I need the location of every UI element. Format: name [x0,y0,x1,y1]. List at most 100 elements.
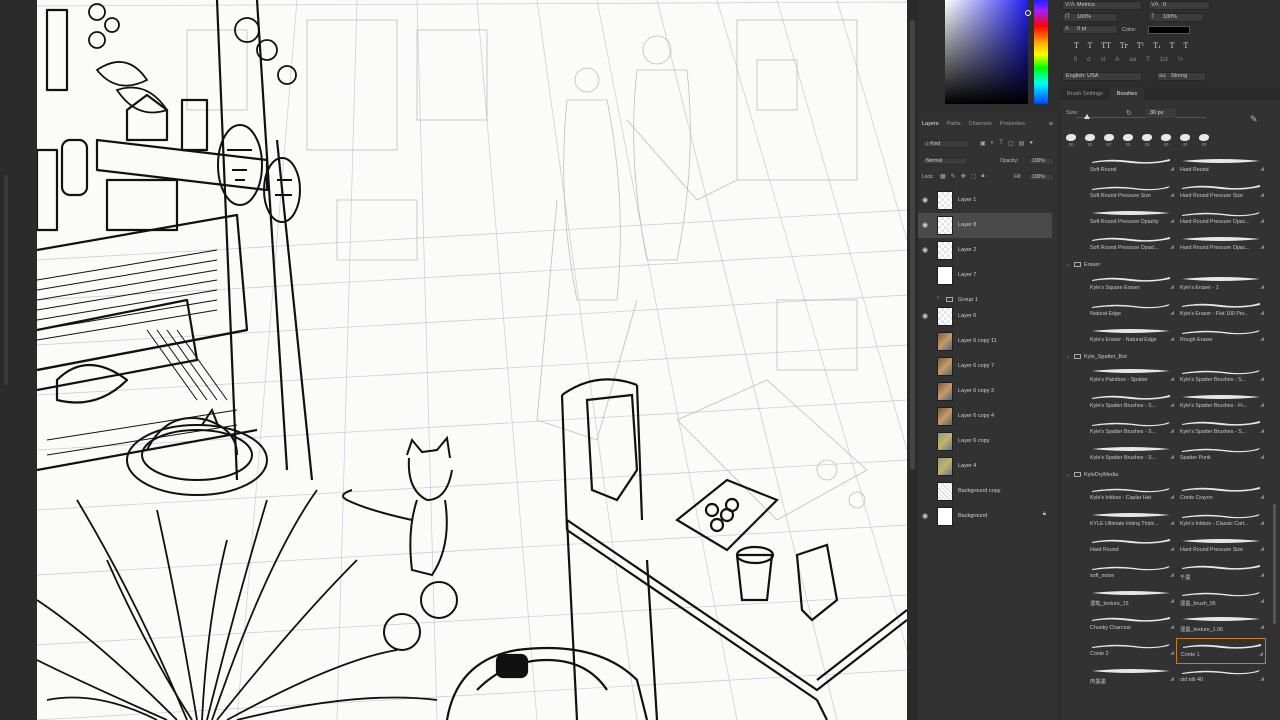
tab-brush-settings[interactable]: Brush Settings [1060,88,1110,100]
layer-row[interactable]: Layer 4 [918,454,1052,479]
layer-row[interactable]: Layer 6 copy 7 [918,354,1052,379]
brush-preset[interactable]: soft_noise ◢ [1086,560,1176,586]
fill-input[interactable]: 100% [1028,173,1054,181]
blend-mode-select[interactable]: Normal [922,157,968,165]
brush-group-header[interactable]: ⌄ KyleDryMedia [1060,470,1280,480]
brush-preset[interactable]: Hard Round ◢ [1086,534,1176,560]
chevron-down-icon[interactable]: ⌄ [1066,352,1071,362]
color-picker-cursor[interactable] [1025,10,1031,16]
all-caps-button[interactable]: TT [1101,42,1110,50]
brush-preset[interactable]: 湿墨_brush_05 ◢ [1176,586,1266,612]
brush-preset[interactable]: Kyle's Inkbox - Classic Cart... ◢ [1176,508,1266,534]
language-select[interactable]: English: USA [1062,72,1142,81]
lock-transparent-icon[interactable]: ▦ [940,173,946,180]
brush-preset[interactable]: Soft Round Pressure Size ◢ [1086,180,1176,206]
lock-position-icon[interactable]: ✥ [961,173,966,180]
chevron-right-icon[interactable]: › [937,295,939,301]
layer-row[interactable]: ◉ Background 🔒︎ [918,504,1052,529]
vertical-scale-field[interactable]: IT 100% [1062,13,1118,22]
ot-ligatures-button[interactable]: fi [1074,57,1077,63]
ot-discretionary-button[interactable]: st [1101,57,1106,63]
ot-ordinals-button[interactable]: 1st [1160,57,1168,63]
lock-artboard-icon[interactable]: ⬚ [971,173,977,180]
panel-menu-icon[interactable]: ≡ [1045,119,1057,130]
filter-smartobject-icon[interactable]: ▤ [1019,140,1025,147]
layer-row[interactable]: ◉ Layer 6 [918,304,1052,329]
brush-size-input[interactable]: 30 px [1146,109,1176,118]
brush-preset[interactable]: Conte 2 ◢ [1086,638,1176,664]
brush-preset[interactable]: Hard Round Pressure Size ◢ [1176,180,1266,206]
brush-preset[interactable]: Hard Round Pressure Opac... ◢ [1176,232,1266,258]
subscript-button[interactable]: T₁ [1153,42,1160,50]
brush-preset[interactable]: Kyle's Inkbox - Caplar Hat ◢ [1086,482,1176,508]
layer-row[interactable]: ◉ Layer 1 [918,188,1052,213]
small-caps-button[interactable]: Tr [1120,42,1128,50]
opacity-input[interactable]: 100% [1028,157,1054,165]
faux-italic-button[interactable]: T [1088,42,1093,50]
brush-preset[interactable]: oid nib 40 ◢ [1176,664,1266,690]
antialias-select[interactable]: aa Strong [1156,72,1206,81]
recent-brush-tip[interactable]: 30 [1064,132,1078,148]
ot-contextual-button[interactable]: σ [1087,57,1091,63]
recent-brush-tip[interactable]: 67 [1102,132,1116,148]
eye-icon[interactable]: ◉ [922,221,930,229]
tab-properties[interactable]: Properties [996,119,1029,130]
saturation-brightness-field[interactable] [945,0,1031,104]
brush-preset[interactable]: Soft Round Pressure Opacity ◢ [1086,206,1176,232]
brush-reset-icon[interactable]: ↻ [1126,109,1132,117]
faux-bold-button[interactable]: T [1074,42,1079,50]
canvas-scroll-thumb[interactable] [910,20,915,470]
filter-adjustment-icon[interactable]: ◐ [991,140,995,147]
brush-preset[interactable]: Kyle's Spatter Brushes - S... ◢ [1176,364,1266,390]
layer-filter-kind-select[interactable]: ⌕ Kind [922,140,970,148]
eye-icon[interactable]: ◉ [922,246,930,254]
brush-preset[interactable]: Hard Round ◢ [1176,154,1266,180]
recent-brush-tip[interactable]: 25 [1083,132,1097,148]
eye-icon[interactable]: ◉ [922,312,930,320]
layer-row[interactable]: ◉ Layer 8 [918,213,1052,238]
layer-row[interactable]: Layer 6 copy 11 [918,329,1052,354]
new-brush-icon[interactable]: ✎ [1250,114,1258,125]
brush-preset[interactable]: Kyle's Spatter Brushes - S... ◢ [1176,416,1266,442]
brush-preset[interactable]: Spatter Punk ◢ [1176,442,1266,468]
baseline-shift-field[interactable]: A 0 pt [1062,25,1118,34]
recent-brush-tip[interactable]: 25 [1140,132,1154,148]
brush-preset[interactable]: Kyle's Paintbox - Spatter ◢ [1086,364,1176,390]
layer-row[interactable]: Layer 6 copy [918,429,1052,454]
lock-image-icon[interactable]: ✎ [951,173,956,180]
brush-preset[interactable]: Conte Crayon ◢ [1176,482,1266,508]
ot-stylistic-button[interactable]: aa [1129,57,1136,63]
layer-row[interactable]: Layer 6 copy 3 [918,379,1052,404]
brush-preset[interactable]: Kyle's Eraser - Flat 100 Per... ◢ [1176,298,1266,324]
brush-list-scrollbar[interactable] [1272,154,1278,720]
horizontal-scale-field[interactable]: T 100% [1148,13,1204,22]
layer-row[interactable]: ◉ Layer 2 [918,238,1052,263]
tab-paths[interactable]: Paths [943,119,965,130]
superscript-button[interactable]: T¹ [1137,42,1144,50]
brush-preset[interactable]: Soft Round Pressure Opaci... ◢ [1086,232,1176,258]
brush-preset[interactable]: Soft Round ◢ [1086,154,1176,180]
brush-list-scroll-thumb[interactable] [1273,504,1276,624]
recent-brush-tip[interactable]: 40 [1178,132,1192,148]
brush-preset[interactable]: Kyle's Square Eraser ◢ [1086,272,1176,298]
brush-preset[interactable]: Kyle's Spatter Brushes - S... ◢ [1086,442,1176,468]
tab-brushes[interactable]: Brushes [1109,88,1144,100]
canvas-vertical-scrollbar[interactable] [907,0,918,720]
layer-row[interactable]: Background copy [918,479,1052,504]
recent-brush-tip[interactable]: 40 [1159,132,1173,148]
brush-list[interactable]: Soft Round ◢ Hard Round ◢ Soft Round Pressur… [1060,154,1280,720]
text-color-swatch[interactable] [1148,26,1190,34]
ot-fractions-button[interactable]: ½ [1178,57,1183,63]
tab-layers[interactable]: Layers [918,119,943,130]
brush-preset[interactable]: Kyle's Spatter Brushes - S... ◢ [1086,416,1176,442]
filter-pixel-icon[interactable]: ▣ [980,140,986,147]
filter-type-icon[interactable]: T [999,140,1003,147]
brush-preset[interactable]: 千墨 ◢ [1176,560,1266,586]
eye-icon[interactable]: ◉ [922,196,930,204]
filter-shape-icon[interactable]: ▢ [1008,140,1014,147]
recent-brush-tip[interactable]: 80 [1197,132,1211,148]
brush-preset[interactable]: Hard Round Pressure Size ◢ [1176,534,1266,560]
lock-all-icon[interactable]: 🔒︎ [981,173,984,180]
brush-preset[interactable]: Hard Round Pressure Opac... ◢ [1176,206,1266,232]
hue-slider[interactable] [1034,0,1048,104]
